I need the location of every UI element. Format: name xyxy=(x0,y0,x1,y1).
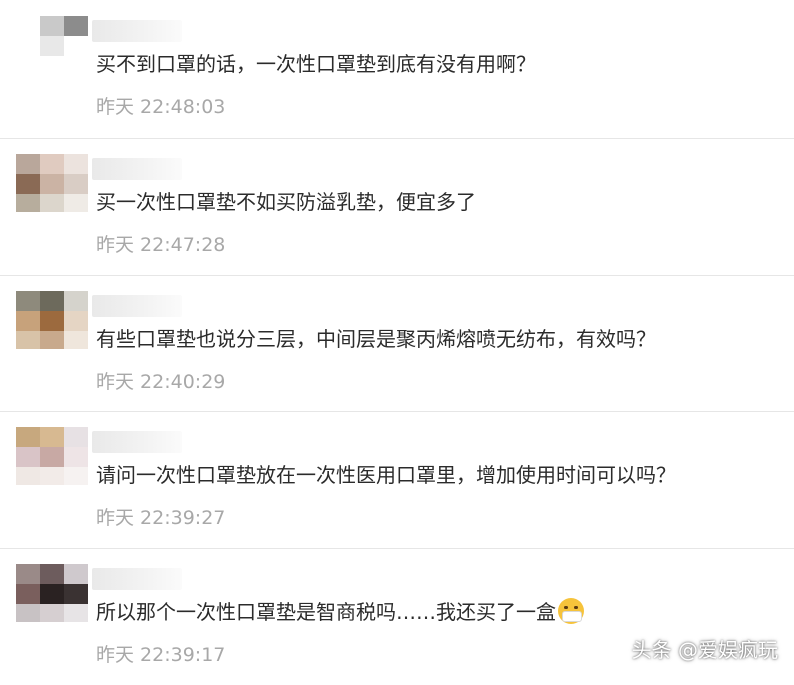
avatar-pixel xyxy=(16,194,40,212)
avatar-pixel xyxy=(40,311,64,331)
comment-list: 买不到口罩的话，一次性口罩垫到底有没有用啊？ 昨天 22:48:03 买一次性口… xyxy=(0,0,794,685)
comment-text-content: 所以那个一次性口罩垫是智商税吗……我还买了一盒 xyxy=(96,600,556,624)
avatar-pixel xyxy=(64,467,88,485)
avatar-pixel xyxy=(16,311,40,331)
avatar-pixel xyxy=(16,467,40,485)
avatar-pixel xyxy=(64,154,88,174)
avatar-pixel xyxy=(40,16,64,36)
avatar-pixel xyxy=(40,194,64,212)
avatar-pixel xyxy=(64,584,88,604)
comment-text: 买一次性口罩垫不如买防溢乳垫，便宜多了 xyxy=(96,190,476,214)
avatar-pixel xyxy=(64,56,88,74)
avatar-pixel xyxy=(40,174,64,194)
avatar-pixel xyxy=(64,427,88,447)
comment-item: 买一次性口罩垫不如买防溢乳垫，便宜多了 昨天 22:47:28 xyxy=(0,138,794,276)
avatar-pixel xyxy=(64,36,88,56)
comment-time: 昨天 22:39:17 xyxy=(96,644,226,666)
comment-time: 昨天 22:39:27 xyxy=(96,507,226,529)
avatar-pixel xyxy=(64,447,88,467)
avatar-pixel xyxy=(16,331,40,349)
avatar-pixel xyxy=(40,331,64,349)
mask-face-emoji-icon xyxy=(558,598,584,624)
avatar-pixel xyxy=(16,291,40,311)
avatar-pixel xyxy=(64,564,88,584)
avatar-pixel xyxy=(64,194,88,212)
comment-item: 所以那个一次性口罩垫是智商税吗……我还买了一盒 昨天 22:39:17 xyxy=(0,548,794,685)
comment-time: 昨天 22:48:03 xyxy=(96,96,226,118)
avatar-pixel xyxy=(40,564,64,584)
avatar-pixel xyxy=(16,56,40,74)
comment-item: 请问一次性口罩垫放在一次性医用口罩里，增加使用时间可以吗？ 昨天 22:39:2… xyxy=(0,411,794,549)
avatar-pixel xyxy=(16,447,40,467)
avatar-pixel xyxy=(16,154,40,174)
avatar[interactable] xyxy=(16,16,88,74)
avatar-pixel xyxy=(40,154,64,174)
username-blurred xyxy=(92,20,182,42)
avatar-pixel xyxy=(40,36,64,56)
username-blurred xyxy=(92,158,182,180)
avatar-pixel xyxy=(40,604,64,622)
comment-text: 有些口罩垫也说分三层，中间层是聚丙烯熔喷无纺布，有效吗？ xyxy=(96,327,656,351)
comment-text: 请问一次性口罩垫放在一次性医用口罩里，增加使用时间可以吗？ xyxy=(96,463,676,487)
comment-item: 买不到口罩的话，一次性口罩垫到底有没有用啊？ 昨天 22:48:03 xyxy=(0,0,794,139)
avatar-pixel xyxy=(16,16,40,36)
avatar-pixel xyxy=(64,16,88,36)
comment-time: 昨天 22:40:29 xyxy=(96,371,226,393)
avatar-pixel xyxy=(40,56,64,74)
avatar-pixel xyxy=(16,427,40,447)
comment-time: 昨天 22:47:28 xyxy=(96,234,226,256)
avatar-pixel xyxy=(16,36,40,56)
avatar-pixel xyxy=(40,584,64,604)
username-blurred xyxy=(92,295,182,317)
avatar-pixel xyxy=(64,331,88,349)
avatar[interactable] xyxy=(16,154,88,212)
avatar-pixel xyxy=(40,291,64,311)
avatar-pixel xyxy=(16,604,40,622)
avatar[interactable] xyxy=(16,427,88,485)
avatar-pixel xyxy=(64,604,88,622)
avatar-pixel xyxy=(16,564,40,584)
avatar-pixel xyxy=(64,174,88,194)
avatar[interactable] xyxy=(16,291,88,349)
avatar-pixel xyxy=(40,467,64,485)
avatar-pixel xyxy=(40,427,64,447)
comment-text: 所以那个一次性口罩垫是智商税吗……我还买了一盒 xyxy=(96,596,584,625)
avatar-pixel xyxy=(64,291,88,311)
username-blurred xyxy=(92,568,182,590)
comment-item: 有些口罩垫也说分三层，中间层是聚丙烯熔喷无纺布，有效吗？ 昨天 22:40:29 xyxy=(0,275,794,412)
avatar[interactable] xyxy=(16,564,88,622)
avatar-pixel xyxy=(16,174,40,194)
username-blurred xyxy=(92,431,182,453)
avatar-pixel xyxy=(40,447,64,467)
comment-text: 买不到口罩的话，一次性口罩垫到底有没有用啊？ xyxy=(96,52,536,76)
watermark: 头条 @爱娱疯玩 xyxy=(631,638,778,662)
avatar-pixel xyxy=(16,584,40,604)
avatar-pixel xyxy=(64,311,88,331)
